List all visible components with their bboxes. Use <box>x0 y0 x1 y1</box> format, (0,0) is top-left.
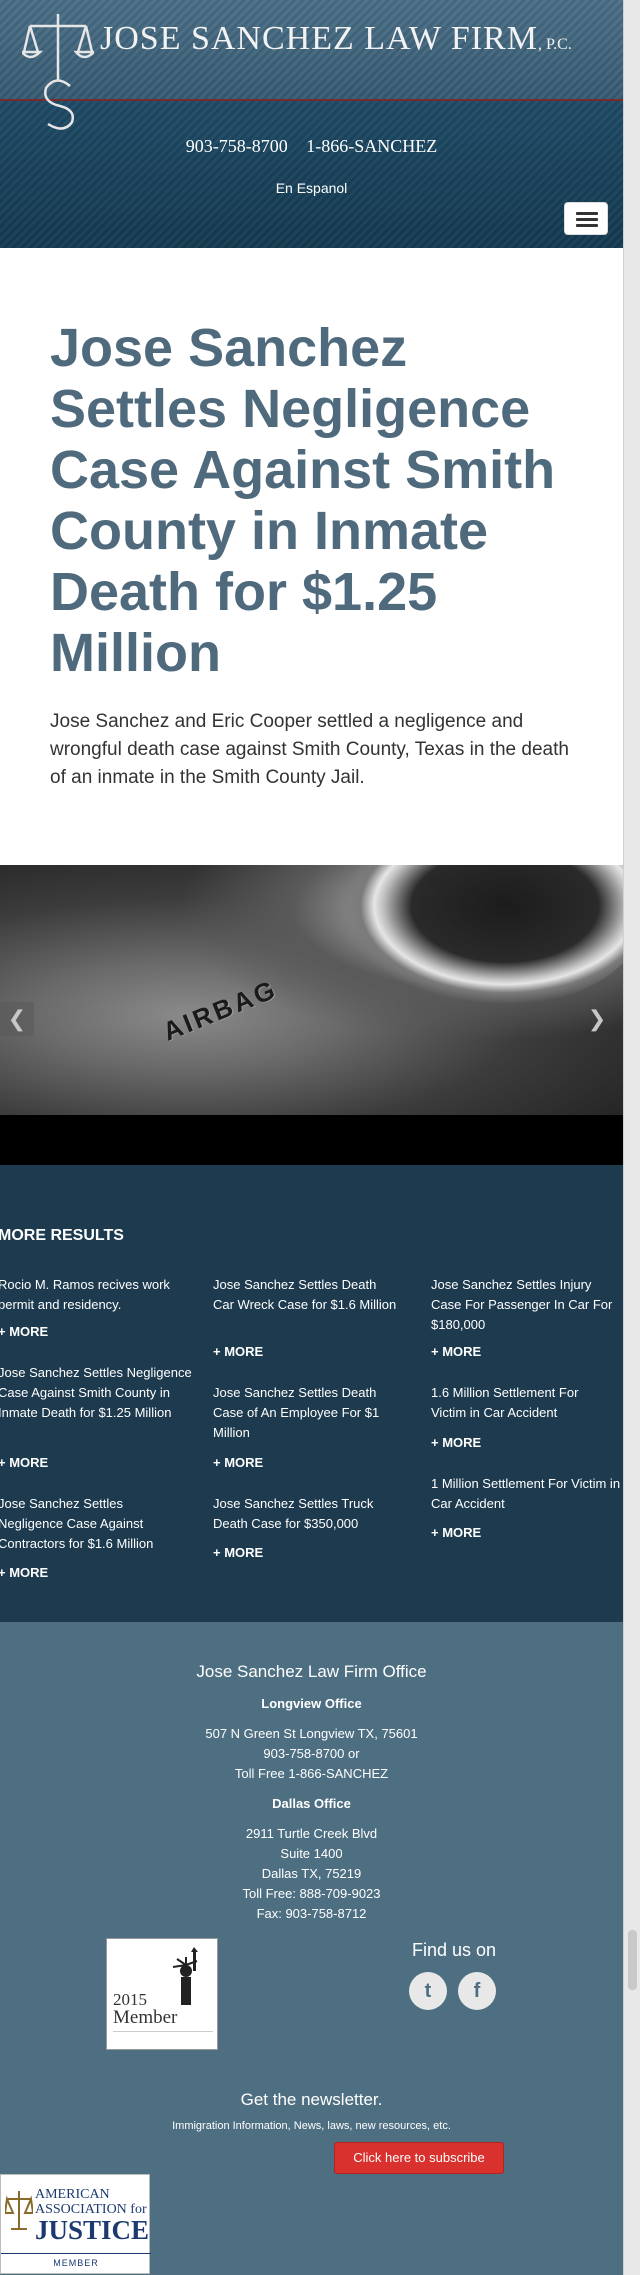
article-headline: Jose Sanchez Settles Negligence Case Aga… <box>50 318 556 683</box>
article-summary: Jose Sanchez and Eric Cooper settled a n… <box>50 711 569 788</box>
result-more-link[interactable]: + MORE <box>213 1545 263 1560</box>
result-link[interactable]: Jose Sanchez Settles Negligence Case Aga… <box>0 1363 193 1423</box>
result-more-link[interactable]: + MORE <box>0 1565 48 1580</box>
aaj-scales-icon <box>5 2191 33 2230</box>
result-link[interactable]: Jose Sanchez Settles Injury Case For Pas… <box>431 1275 616 1335</box>
member-badge-fineprint <box>113 2031 213 2043</box>
aaj-justice: JUSTICE <box>35 2215 150 2245</box>
dallas-street: 2911 Turtle Creek Blvd <box>245 1826 378 1841</box>
result-link[interactable]: 1.6 Million Settlement For Victim in Car… <box>431 1383 611 1423</box>
car-vent-image <box>340 865 623 1005</box>
firm-name-text: JOSE SANCHEZ LAW FIRM <box>100 20 538 57</box>
phone-link-tollfree[interactable]: 1-866-SANCHEZ <box>306 136 437 156</box>
dallas-office-heading: Dallas Office <box>272 1796 351 1811</box>
slider-next-button[interactable]: ❯ <box>580 1002 614 1036</box>
longview-toll-free[interactable]: Toll Free 1-866-SANCHEZ <box>0 1766 623 1781</box>
hamburger-menu-button[interactable] <box>564 202 608 235</box>
result-link[interactable]: Jose Sanchez Settles Death Case of An Em… <box>213 1383 403 1443</box>
header-phones: 903-758-8700 1-866-SANCHEZ <box>0 136 623 157</box>
spanish-language-link[interactable]: En Espanol <box>0 180 623 196</box>
hamburger-menu-icon-line <box>576 224 598 227</box>
longview-address: 507 N Green St Longview TX, 75601 <box>205 1726 418 1741</box>
site-header: JOSE SANCHEZ LAW FIRM, P.C. 903-758-8700… <box>0 0 623 248</box>
firm-suffix: , P.C. <box>537 36 572 53</box>
aaj-line-1: AMERICAN ASSOCIATION for <box>35 2187 147 2217</box>
result-more-link[interactable]: + MORE <box>0 1455 48 1470</box>
result-link[interactable]: Rocio M. Ramos recives work permit and r… <box>0 1275 188 1315</box>
result-more-link[interactable]: + MORE <box>0 1324 48 1339</box>
longview-office-heading: Longview Office <box>261 1696 362 1711</box>
dallas-city: Dallas TX, 75219 <box>261 1866 362 1881</box>
aaj-member-badge[interactable]: AMERICAN ASSOCIATION for JUSTICE MEMBER <box>0 2174 151 2274</box>
find-us-label: Find us on <box>412 1940 497 1960</box>
aaj-member: MEMBER <box>1 2253 151 2268</box>
image-slider[interactable]: AIRBAG <box>0 865 623 1115</box>
twitter-icon[interactable]: t <box>409 1972 447 2010</box>
scales-of-justice-logo-icon[interactable] <box>22 10 94 134</box>
hamburger-menu-icon <box>576 212 598 215</box>
member-badge-label: Member <box>113 2007 178 2028</box>
result-link[interactable]: 1 Million Settlement For Victim in Car A… <box>431 1474 623 1514</box>
result-more-link[interactable]: + MORE <box>431 1344 481 1359</box>
aaj-american: AMERICAN <box>35 2187 110 2202</box>
result-link[interactable]: Jose Sanchez Settles Death Car Wreck Cas… <box>213 1275 398 1315</box>
page: JOSE SANCHEZ LAW FIRM, P.C. 903-758-8700… <box>0 0 623 2275</box>
dallas-fax: Fax: 903-758-8712 <box>256 1906 367 1921</box>
newsletter-title: Get the newsletter. <box>240 2090 383 2109</box>
slider-caption-band <box>0 1115 623 1165</box>
statue-of-liberty-icon <box>172 1947 198 2005</box>
subscribe-button[interactable]: Click here to subscribe <box>334 2142 504 2174</box>
site-footer: Jose Sanchez Law Firm Office Longview Of… <box>0 1622 623 2275</box>
result-link[interactable]: Jose Sanchez Settles Truck Death Case fo… <box>213 1494 403 1534</box>
dallas-suite: Suite 1400 <box>280 1846 343 1861</box>
scrollbar-thumb[interactable] <box>628 1930 637 1990</box>
more-results-title: MORE RESULTS <box>0 1227 124 1244</box>
newsletter-subtitle: Immigration Information, News, laws, new… <box>172 2120 451 2132</box>
result-link[interactable]: Jose Sanchez Settles Negligence Case Aga… <box>0 1494 173 1554</box>
airbag-embossed-text: AIRBAG <box>158 973 282 1047</box>
hamburger-menu-icon-line <box>576 218 598 221</box>
chevron-right-icon: ❯ <box>587 1006 607 1031</box>
result-more-link[interactable]: + MORE <box>213 1344 263 1359</box>
dallas-toll-free[interactable]: Toll Free: 888-709-9023 <box>0 1886 623 1901</box>
member-badge-year: 2015 <box>113 1990 147 2009</box>
result-more-link[interactable]: + MORE <box>213 1455 263 1470</box>
longview-phone[interactable]: 903-758-8700 or <box>0 1746 623 1761</box>
result-more-link[interactable]: + MORE <box>431 1525 481 1540</box>
chevron-left-icon: ❮ <box>7 1006 27 1031</box>
phone-link-local[interactable]: 903-758-8700 <box>186 136 288 156</box>
member-2015-badge: 2015 Member <box>106 1938 218 2050</box>
facebook-icon[interactable]: f <box>458 1972 496 2010</box>
result-more-link[interactable]: + MORE <box>431 1435 481 1450</box>
page-scrollbar[interactable] <box>623 0 640 2275</box>
article-section: Jose Sanchez Settles Negligence Case Aga… <box>0 248 623 865</box>
more-results-section: MORE RESULTS Rocio M. Ramos recives work… <box>0 1165 623 1622</box>
slider-prev-button[interactable]: ❮ <box>0 1002 34 1036</box>
office-title: Jose Sanchez Law Firm Office <box>196 1662 427 1681</box>
firm-name[interactable]: JOSE SANCHEZ LAW FIRM, P.C. <box>100 20 572 58</box>
